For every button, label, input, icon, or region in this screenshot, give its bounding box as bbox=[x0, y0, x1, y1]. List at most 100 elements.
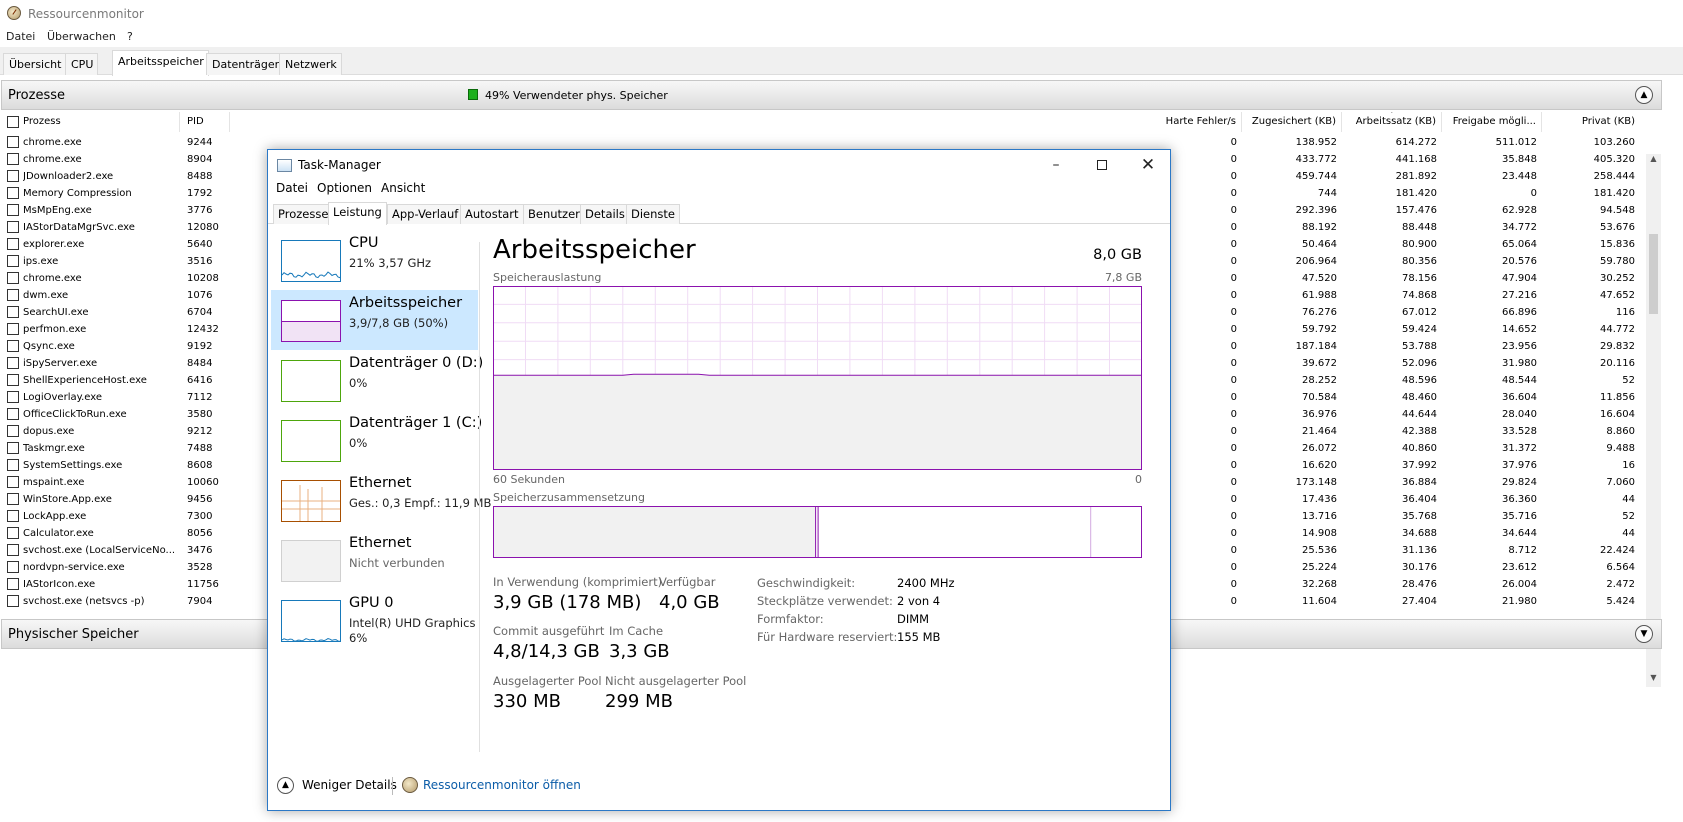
close-button[interactable]: ✕ bbox=[1125, 150, 1171, 180]
row-checkbox[interactable] bbox=[7, 527, 19, 539]
sidebar-item-arbeitsspeicher[interactable]: Arbeitsspeicher 3,9/7,8 GB (50%) bbox=[271, 290, 478, 350]
scroll-down-icon[interactable]: ▼ bbox=[1646, 673, 1661, 687]
tm-menu-ansicht[interactable]: Ansicht bbox=[381, 181, 425, 195]
tm-tab-prozesse[interactable]: Prozesse bbox=[273, 204, 334, 224]
tab-cpu[interactable]: CPU bbox=[65, 53, 99, 75]
sidebar-item-datentraeger-1[interactable]: Datenträger 1 (C:) 0% bbox=[271, 410, 482, 470]
row-checkbox[interactable] bbox=[7, 357, 19, 369]
row-checkbox[interactable] bbox=[7, 136, 19, 148]
table-cell: 59.424 bbox=[1402, 324, 1437, 335]
table-cell: 36.360 bbox=[1502, 494, 1537, 505]
tab-netzwerk[interactable]: Netzwerk bbox=[279, 53, 342, 75]
table-cell: 511.012 bbox=[1495, 137, 1537, 148]
scroll-thumb[interactable] bbox=[1649, 234, 1658, 314]
sidebar-name: Ethernet bbox=[349, 475, 412, 491]
scroll-up-icon[interactable]: ▲ bbox=[1646, 154, 1661, 168]
col-prozess[interactable]: Prozess bbox=[0, 112, 180, 132]
tab-arbeitsspeicher[interactable]: Arbeitsspeicher bbox=[112, 50, 209, 76]
col-privat[interactable]: Privat (KB) bbox=[1542, 112, 1642, 132]
sidebar-item-ethernet-2[interactable]: Ethernet Nicht verbunden bbox=[271, 530, 478, 590]
row-checkbox[interactable] bbox=[7, 204, 19, 216]
row-checkbox[interactable] bbox=[7, 153, 19, 165]
table-cell: 8904 bbox=[187, 154, 213, 165]
tab-datentraeger[interactable]: Datenträger bbox=[206, 53, 285, 75]
table-cell: 67.012 bbox=[1402, 307, 1437, 318]
stat-label-nonpaged-pool: Nicht ausgelagerter Pool bbox=[605, 674, 747, 688]
process-table-scrollbar[interactable]: ▲ ▼ bbox=[1646, 154, 1661, 687]
row-checkbox[interactable] bbox=[7, 323, 19, 335]
row-checkbox[interactable] bbox=[7, 391, 19, 403]
less-details-button[interactable]: Weniger Details bbox=[302, 778, 397, 792]
sidebar-sub: 0% bbox=[349, 376, 368, 390]
row-checkbox[interactable] bbox=[7, 544, 19, 556]
sidebar-item-cpu[interactable]: CPU 21% 3,57 GHz bbox=[271, 230, 478, 290]
sidebar-name: Ethernet bbox=[349, 535, 412, 551]
row-checkbox[interactable] bbox=[7, 425, 19, 437]
table-cell: 181.420 bbox=[1395, 188, 1437, 199]
row-checkbox[interactable] bbox=[7, 289, 19, 301]
col-harte-fehler[interactable]: Harte Fehler/s bbox=[230, 112, 1242, 132]
row-checkbox[interactable] bbox=[7, 561, 19, 573]
table-cell: 53.676 bbox=[1600, 222, 1635, 233]
tm-tab-app-verlauf[interactable]: App-Verlauf bbox=[387, 204, 464, 224]
col-pid[interactable]: PID bbox=[180, 112, 230, 132]
row-checkbox[interactable] bbox=[7, 221, 19, 233]
row-checkbox[interactable] bbox=[7, 408, 19, 420]
table-cell: LockApp.exe bbox=[23, 511, 87, 522]
tm-menu-optionen[interactable]: Optionen bbox=[317, 181, 372, 195]
menu-help[interactable]: ? bbox=[127, 30, 133, 43]
memory-performance-panel: Arbeitsspeicher 8,0 GB Speicherauslastun… bbox=[490, 230, 1162, 750]
table-cell: 62.928 bbox=[1502, 205, 1537, 216]
minimize-button[interactable]: – bbox=[1033, 150, 1079, 180]
sidebar-item-gpu[interactable]: GPU 0 Intel(R) UHD Graphics 630 6% bbox=[271, 590, 478, 650]
table-cell: 6.564 bbox=[1606, 562, 1635, 573]
row-checkbox[interactable] bbox=[7, 340, 19, 352]
usage-chart-max: 7,8 GB bbox=[1104, 271, 1142, 284]
collapse-chevron-up-icon[interactable]: ▲ bbox=[1635, 86, 1653, 104]
col-freigabe[interactable]: Freigabe mögli... bbox=[1442, 112, 1542, 132]
table-cell: 34.644 bbox=[1502, 528, 1537, 539]
processes-section-header[interactable]: Prozesse 49% Verwendeter phys. Speicher … bbox=[1, 80, 1662, 110]
maximize-button[interactable] bbox=[1079, 150, 1125, 180]
tm-menu-datei[interactable]: Datei bbox=[276, 181, 308, 195]
tab-uebersicht[interactable]: Übersicht bbox=[3, 53, 67, 75]
menu-ueberwachen[interactable]: Überwachen bbox=[47, 30, 116, 43]
sidebar-item-datentraeger-0[interactable]: Datenträger 0 (D:) 0% bbox=[271, 350, 483, 410]
row-checkbox[interactable] bbox=[7, 459, 19, 471]
row-checkbox[interactable] bbox=[7, 255, 19, 267]
chevron-up-icon[interactable]: ▲ bbox=[277, 777, 294, 794]
sidebar-item-ethernet-1[interactable]: Ethernet Ges.: 0,3 Empf.: 11,9 MB bbox=[271, 470, 491, 530]
table-cell: 65.064 bbox=[1502, 239, 1537, 250]
tm-tab-leistung[interactable]: Leistung bbox=[328, 202, 387, 225]
table-cell: 6416 bbox=[187, 375, 213, 386]
table-cell: 36.884 bbox=[1402, 477, 1437, 488]
tm-tab-details[interactable]: Details bbox=[580, 204, 630, 224]
row-checkbox[interactable] bbox=[7, 374, 19, 386]
col-arbeitssatz[interactable]: Arbeitssatz (KB) ˅ bbox=[1342, 112, 1442, 132]
col-zugesichert[interactable]: Zugesichert (KB) bbox=[1242, 112, 1342, 132]
row-checkbox[interactable] bbox=[7, 306, 19, 318]
row-checkbox[interactable] bbox=[7, 170, 19, 182]
row-checkbox[interactable] bbox=[7, 595, 19, 607]
row-checkbox[interactable] bbox=[7, 476, 19, 488]
tm-tab-benutzer[interactable]: Benutzer bbox=[523, 204, 585, 224]
open-resource-monitor-link[interactable]: Ressourcenmonitor öffnen bbox=[423, 778, 581, 792]
row-checkbox[interactable] bbox=[7, 493, 19, 505]
memory-usage-indicator bbox=[468, 89, 478, 100]
row-checkbox[interactable] bbox=[7, 442, 19, 454]
row-checkbox[interactable] bbox=[7, 272, 19, 284]
row-checkbox[interactable] bbox=[7, 578, 19, 590]
menu-datei[interactable]: Datei bbox=[6, 30, 35, 43]
table-cell: 34.688 bbox=[1402, 528, 1437, 539]
table-cell: 53.788 bbox=[1402, 341, 1437, 352]
row-checkbox[interactable] bbox=[7, 187, 19, 199]
expand-chevron-down-icon[interactable]: ▼ bbox=[1635, 625, 1653, 643]
table-cell: 157.476 bbox=[1395, 205, 1437, 216]
table-cell: 3776 bbox=[187, 205, 213, 216]
tm-tab-dienste[interactable]: Dienste bbox=[626, 204, 680, 224]
row-checkbox[interactable] bbox=[7, 510, 19, 522]
row-checkbox[interactable] bbox=[7, 238, 19, 250]
tm-tab-autostart[interactable]: Autostart bbox=[460, 204, 524, 224]
detail-key-slots: Steckplätze verwendet: bbox=[757, 594, 893, 608]
table-cell: 23.612 bbox=[1502, 562, 1537, 573]
